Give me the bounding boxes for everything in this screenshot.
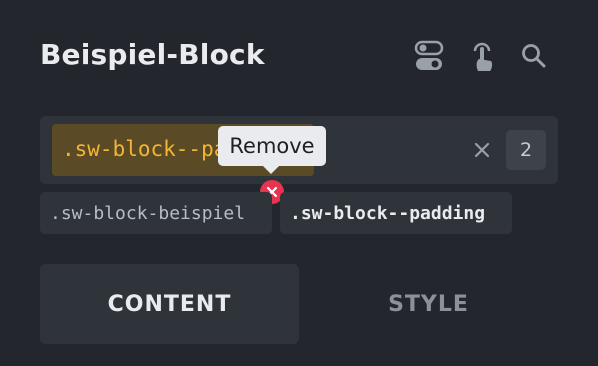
remove-tooltip: Remove xyxy=(218,126,326,174)
tab-style[interactable]: STYLE xyxy=(299,264,558,344)
search-icon[interactable] xyxy=(516,38,552,74)
close-icon xyxy=(474,142,490,158)
toggle-icon[interactable] xyxy=(411,38,447,74)
tab-content[interactable]: CONTENT xyxy=(40,264,299,344)
class-tag[interactable]: .sw-block-beispiel xyxy=(40,192,272,234)
panel-title: Beispiel-Block xyxy=(40,38,265,71)
class-tag[interactable]: .sw-block--padding xyxy=(280,192,512,234)
class-count-badge[interactable]: 2 xyxy=(506,130,546,170)
touch-icon[interactable] xyxy=(464,38,500,74)
clear-selector-button[interactable] xyxy=(470,138,494,162)
